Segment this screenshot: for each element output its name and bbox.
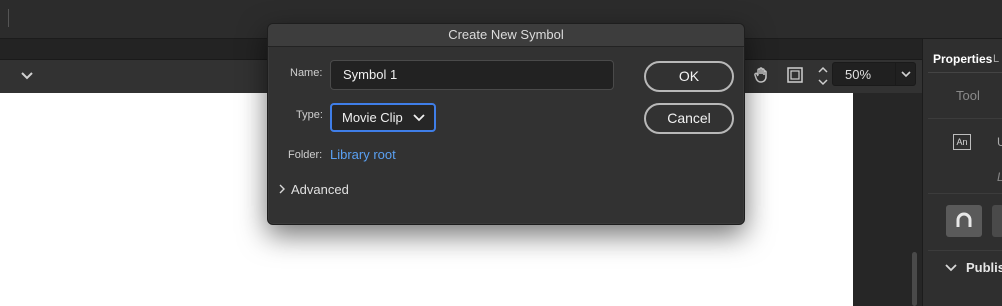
symbol-name-input[interactable]: Symbol 1: [330, 60, 614, 90]
stepper-icon[interactable]: [816, 64, 830, 88]
chevron-down-icon: [901, 71, 911, 78]
symbol-type-select[interactable]: Movie Clip: [330, 103, 436, 132]
cancel-button[interactable]: Cancel: [644, 103, 734, 134]
tab-properties[interactable]: Properties: [933, 52, 992, 66]
chevron-down-icon: [413, 114, 425, 122]
text-option-label: L: [997, 170, 1002, 184]
dialog-title: Create New Symbol: [448, 27, 564, 42]
tab-library[interactable]: L: [993, 53, 1002, 67]
publish-section-header[interactable]: Publis: [966, 260, 1002, 275]
vertical-scrollbar[interactable]: [912, 252, 917, 306]
chevron-down-icon[interactable]: [18, 67, 36, 85]
magnet-icon: [956, 212, 972, 227]
hand-tool-icon[interactable]: [752, 65, 772, 85]
dialog-titlebar[interactable]: Create New Symbol: [268, 24, 744, 47]
folder-link[interactable]: Library root: [330, 147, 396, 162]
tool-section-label: Tool: [956, 88, 980, 103]
folder-label: Folder:: [288, 149, 323, 161]
name-label: Name:: [290, 67, 323, 79]
snap-button[interactable]: [946, 205, 982, 237]
text-tool-icon: An: [953, 134, 971, 150]
chevron-down-icon[interactable]: [944, 261, 958, 275]
panel-divider: [928, 72, 1002, 73]
create-new-symbol-dialog: Create New Symbol Name: Symbol 1 Type: M…: [267, 23, 745, 225]
advanced-toggle[interactable]: Advanced: [291, 182, 349, 197]
topbar-divider: [8, 9, 9, 27]
clip-content-icon[interactable]: [785, 65, 805, 85]
symbol-type-value: Movie Clip: [342, 110, 403, 125]
panel-divider: [928, 118, 1002, 119]
zoom-dropdown-button[interactable]: [896, 62, 916, 86]
zoom-input[interactable]: 50%: [832, 62, 896, 86]
ok-button[interactable]: OK: [644, 61, 734, 92]
panel-divider: [928, 193, 1002, 194]
type-label: Type:: [296, 109, 323, 121]
text-option-label: U: [997, 135, 1002, 149]
chevron-right-icon[interactable]: [278, 184, 286, 194]
panel-button[interactable]: [992, 205, 1002, 237]
panel-divider: [928, 250, 1002, 251]
